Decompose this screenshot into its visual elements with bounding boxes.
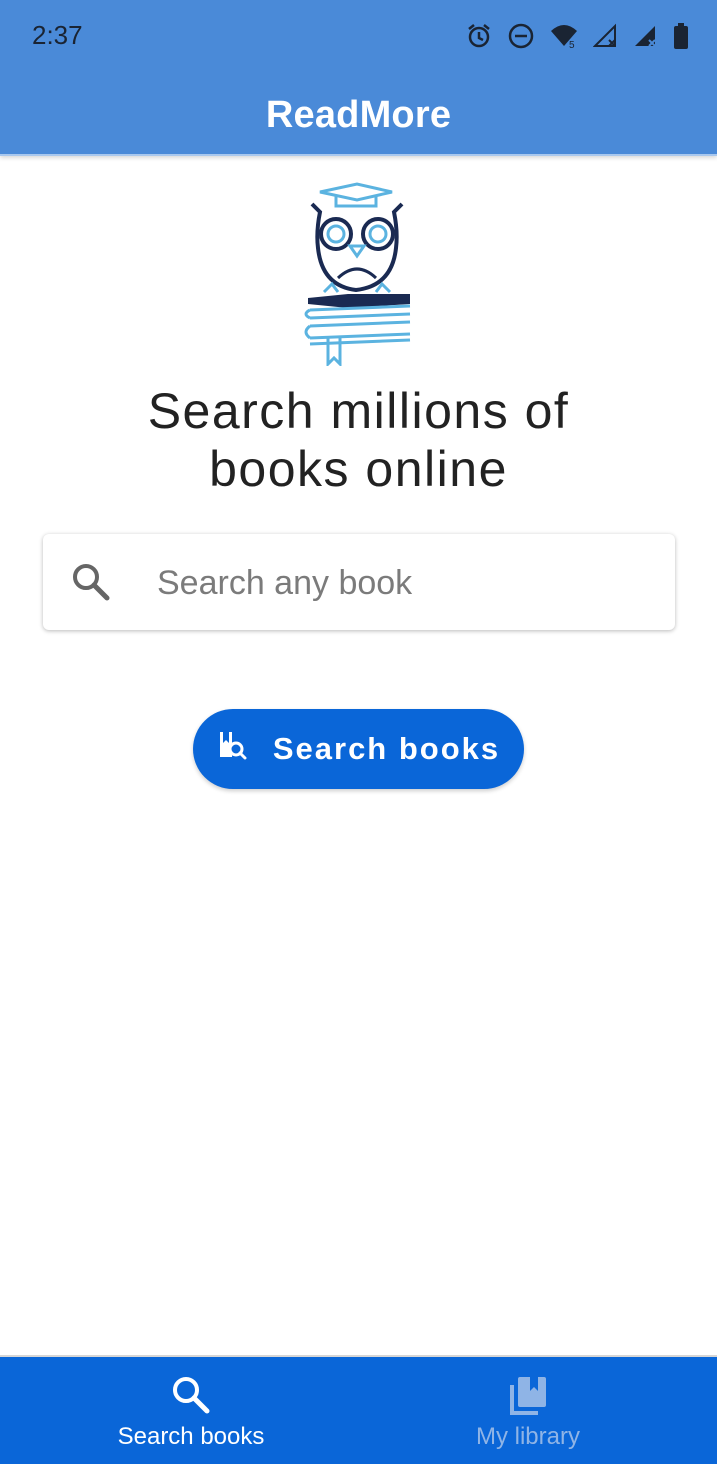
search-input[interactable] xyxy=(155,552,649,614)
headline-line-2: books online xyxy=(209,441,508,497)
owl-on-books-logo xyxy=(304,182,411,366)
nav-label-my-library: My library xyxy=(475,1423,580,1450)
search-books-button-label: Search books xyxy=(272,731,501,766)
nav-item-my-library[interactable]: My library xyxy=(349,1357,707,1464)
library-icon xyxy=(508,1375,548,1422)
app-bar: 2:37 5 ReadMore xyxy=(0,0,717,154)
headline: Search millions of books online xyxy=(60,382,657,498)
search-field[interactable] xyxy=(43,534,675,630)
svg-text:5: 5 xyxy=(569,40,575,50)
bottom-nav: Search books My library xyxy=(0,1355,717,1464)
headline-line-1: Search millions of xyxy=(147,383,570,439)
do-not-disturb-icon xyxy=(508,23,534,49)
signal-icon xyxy=(635,26,656,47)
wifi-icon: 5 xyxy=(551,25,577,50)
alarm-icon xyxy=(468,24,490,48)
battery-icon xyxy=(674,23,688,49)
status-time: 2:37 xyxy=(32,20,83,50)
nav-item-search-books[interactable]: Search books xyxy=(12,1357,370,1464)
signal-icon xyxy=(593,23,616,47)
book-search-icon xyxy=(217,729,247,769)
search-icon xyxy=(171,1375,211,1420)
app-title: ReadMore xyxy=(265,94,452,136)
status-icons: 5 xyxy=(465,20,689,52)
search-books-button[interactable]: Search books xyxy=(193,709,524,789)
nav-label-search-books: Search books xyxy=(117,1423,265,1450)
search-icon xyxy=(71,562,111,607)
